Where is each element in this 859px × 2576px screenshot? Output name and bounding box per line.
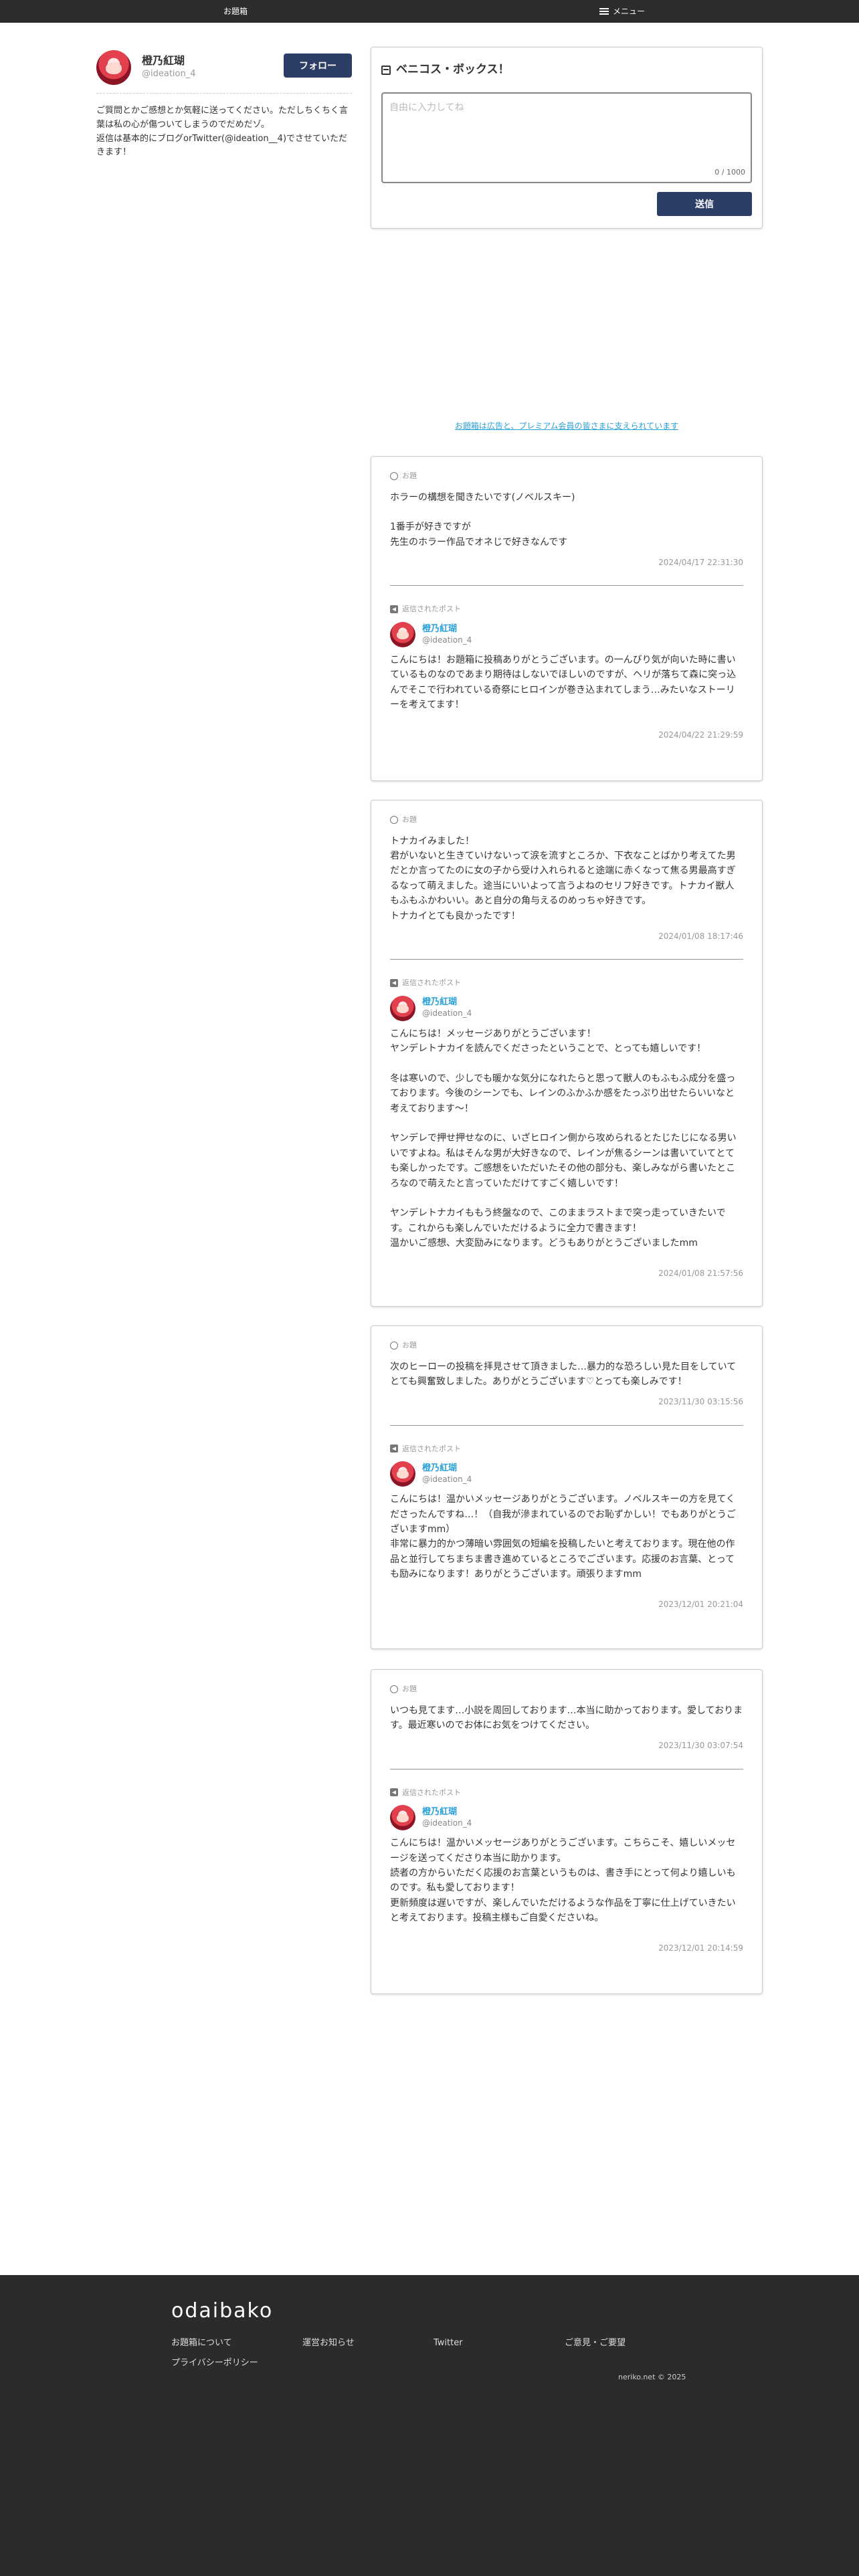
question-text: いつも見てます…小説を周回しております…本当に助かっております。愛しております。… <box>390 1705 743 1731</box>
box-title: ベニコス・ボックス！ <box>381 61 752 79</box>
reply-label: 返信されたポスト <box>390 1787 743 1799</box>
box-title-text: ベニコス・ボックス！ <box>396 63 510 76</box>
divider <box>390 1424 743 1426</box>
profile-header: 橙乃紅瑚 @ideation_4 フォロー <box>96 47 352 94</box>
footer-link-news[interactable]: 運営お知らせ <box>302 2337 355 2351</box>
footer-link-twitter[interactable]: Twitter <box>434 2337 463 2351</box>
question-label-text: お題 <box>402 815 417 824</box>
reply-name: 橙乃紅瑚 <box>422 623 458 634</box>
message-field-wrap: 0 / 1000 <box>381 92 752 184</box>
footer: odaibako お題箱について 運営お知らせ Twitter ご意見・ご要望 … <box>0 2275 859 2576</box>
profile-names: 橙乃紅瑚 @ideation_4 <box>142 54 196 80</box>
question-icon <box>390 1685 398 1693</box>
reply-icon <box>390 978 398 987</box>
reply-icon <box>390 1444 398 1453</box>
question-label: お題 <box>390 814 743 826</box>
question-text: トナカイみました！ 君がいないと生きていけないって涙を流すところか、下衣なことば… <box>390 835 736 922</box>
divider <box>390 585 743 586</box>
post-card: お題 トナカイみました！ 君がいないと生きていけないって涙を流すところか、下衣な… <box>371 800 763 1307</box>
ad-notice-link[interactable]: お題箱は広告と、プレミアム会員の皆さまに支えられています <box>371 420 763 433</box>
question-label: お題 <box>390 1339 743 1352</box>
reply-label-text: 返信されたポスト <box>402 978 461 988</box>
reply-name: 橙乃紅瑚 <box>422 1463 458 1473</box>
post-card: お題 ホラーの構想を聞きたいです(ノベルスキー) 1番手が好きですが 先生のホラ… <box>371 456 763 781</box>
post-card: お題 いつも見てます…小説を周回しております…本当に助かっております。愛しており… <box>371 1669 763 1994</box>
footer-logo[interactable]: odaibako <box>171 2295 273 2327</box>
profile-name: 橙乃紅瑚 <box>142 54 185 67</box>
question-timestamp: 2023/11/30 03:07:54 <box>658 1741 743 1751</box>
question-box: ベニコス・ボックス！ 0 / 1000 送信 <box>371 47 763 229</box>
menu-button[interactable]: メニュー <box>599 0 645 23</box>
copyright: neriko.net © 2025 <box>618 2373 686 2381</box>
question-timestamp: 2024/04/17 22:31:30 <box>658 558 743 568</box>
footer-link-privacy[interactable]: プライバシーポリシー <box>171 2357 258 2371</box>
reply-label: 返信されたポスト <box>390 603 743 615</box>
home-link[interactable]: お題箱 <box>223 0 248 23</box>
message-field[interactable] <box>383 94 751 183</box>
question-timestamp: 2024/01/08 18:17:46 <box>658 931 743 941</box>
reply-handle: @ideation_4 <box>422 1474 472 1484</box>
reply-timestamp: 2024/04/22 21:29:59 <box>658 730 743 740</box>
reply-label-text: 返信されたポスト <box>402 1788 461 1797</box>
reply-label-text: 返信されたポスト <box>402 1444 461 1453</box>
footer-link-feedback[interactable]: ご意見・ご要望 <box>565 2337 626 2351</box>
question-icon <box>390 815 398 824</box>
reply-text: こんにちは！温かいメッセージありがとうございます。こちらこそ、嬉しいメッセージを… <box>390 1838 736 1924</box>
avatar <box>390 995 415 1021</box>
avatar <box>390 1461 415 1487</box>
reply-handle: @ideation_4 <box>422 1008 472 1018</box>
profile-description: ご質問とかご感想とか気軽に送ってください。ただしちくちく言葉は私の心が傷ついてし… <box>96 106 348 158</box>
question-label: お題 <box>390 470 743 482</box>
reply-label-text: 返信されたポスト <box>402 605 461 614</box>
question-timestamp: 2023/11/30 03:15:56 <box>658 1397 743 1407</box>
question-text: ホラーの構想を聞きたいです(ノベルスキー) 1番手が好きですが 先生のホラー作品… <box>390 492 575 548</box>
post-card: お題 次のヒーローの投稿を拝見させて頂きました…暴力的な恐ろしい見た目をしていて… <box>371 1325 763 1649</box>
reply-name: 橙乃紅瑚 <box>422 1806 458 1817</box>
char-count: 0 / 1000 <box>714 167 745 177</box>
reply-icon <box>390 1788 398 1797</box>
question-text: 次のヒーローの投稿を拝見させて頂きました…暴力的な恐ろしい見た目をしていてとても… <box>390 1361 737 1387</box>
send-button[interactable]: 送信 <box>657 192 752 216</box>
reply-timestamp: 2023/12/01 20:14:59 <box>658 1943 743 1953</box>
question-label-text: お題 <box>402 471 417 480</box>
reply-timestamp: 2024/01/08 21:57:56 <box>658 1268 743 1278</box>
reply-name: 橙乃紅瑚 <box>422 997 458 1008</box>
reply-user[interactable]: 橙乃紅瑚 @ideation_4 <box>390 995 743 1021</box>
follow-button[interactable]: フォロー <box>284 53 352 78</box>
profile-handle: @ideation_4 <box>142 68 196 79</box>
divider <box>390 959 743 960</box>
reply-text: こんにちは！お題箱に投稿ありがとうございます。の一んびり気が向いた時に書いている… <box>390 654 737 711</box>
calendar-icon <box>381 65 391 75</box>
reply-label: 返信されたポスト <box>390 977 743 989</box>
question-label-text: お題 <box>402 1685 417 1693</box>
reply-handle: @ideation_4 <box>422 635 472 645</box>
avatar <box>390 621 415 647</box>
reply-label: 返信されたポスト <box>390 1443 743 1455</box>
reply-handle: @ideation_4 <box>422 1818 472 1828</box>
question-icon <box>390 1341 398 1350</box>
reply-user[interactable]: 橙乃紅瑚 @ideation_4 <box>390 1805 743 1831</box>
avatar[interactable] <box>96 49 131 85</box>
avatar <box>390 1805 415 1831</box>
reply-text: こんにちは！メッセージありがとうございます！ ヤンデレトナカイを読んでくださった… <box>390 1028 737 1249</box>
reply-icon <box>390 605 398 614</box>
question-label-text: お題 <box>402 1341 417 1350</box>
footer-link-about[interactable]: お題箱について <box>171 2337 232 2351</box>
question-icon <box>390 471 398 480</box>
profile-panel: 橙乃紅瑚 @ideation_4 フォロー ご質問とかご感想とか気軽に送ってくだ… <box>96 47 352 160</box>
reply-user[interactable]: 橙乃紅瑚 @ideation_4 <box>390 621 743 647</box>
top-bar: お題箱 メニュー <box>0 0 859 23</box>
hamburger-icon <box>599 8 609 15</box>
question-label: お題 <box>390 1683 743 1695</box>
reply-timestamp: 2023/12/01 20:21:04 <box>658 1599 743 1609</box>
reply-text: こんにちは！温かいメッセージありがとうございます。ノベルスキーの方を見てくださっ… <box>390 1494 736 1580</box>
menu-label: メニュー <box>613 7 646 16</box>
reply-user[interactable]: 橙乃紅瑚 @ideation_4 <box>390 1461 743 1487</box>
